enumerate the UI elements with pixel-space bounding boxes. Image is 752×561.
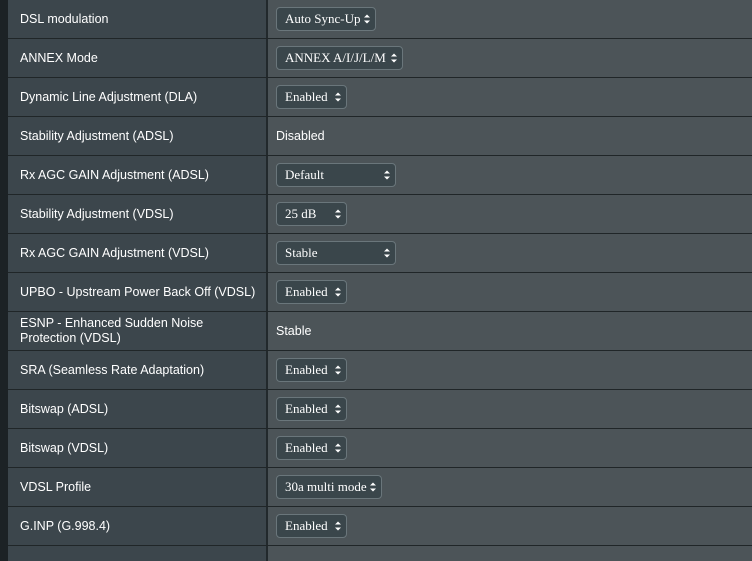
setting-label: Stability Adjustment (VDSL): [8, 195, 266, 233]
setting-row-bitswap-vdsl: Bitswap (VDSL) Enabled: [8, 429, 752, 468]
setting-value-cell: Disabled: [268, 117, 752, 155]
select-value: Enabled: [285, 518, 328, 533]
ginp-select[interactable]: Enabled: [276, 514, 347, 538]
setting-label: VDSL Profile: [8, 468, 266, 506]
vdsl-profile-select[interactable]: 30a multi mode: [276, 475, 382, 499]
select-value: 25 dB: [285, 206, 317, 221]
select-value: Enabled: [285, 401, 328, 416]
select-arrows-icon: [384, 170, 390, 180]
bitswap-vdsl-select[interactable]: Enabled: [276, 436, 347, 460]
setting-label: DSL modulation: [8, 0, 266, 38]
setting-value-cell: Enabled: [268, 429, 752, 467]
esnp-value: Stable: [276, 324, 312, 338]
select-value: Auto Sync-Up: [285, 11, 361, 26]
setting-value-cell: Stable: [268, 234, 752, 272]
dsl-modulation-select[interactable]: Auto Sync-Up: [276, 7, 376, 31]
setting-row-vdsl-profile: VDSL Profile 30a multi mode: [8, 468, 752, 507]
select-value: ANNEX A/I/J/L/M: [285, 50, 386, 65]
select-value: 30a multi mode: [285, 479, 367, 494]
setting-row-sra: SRA (Seamless Rate Adaptation) Enabled: [8, 351, 752, 390]
dla-select[interactable]: Enabled: [276, 85, 347, 109]
setting-label: ESNP - Enhanced Sudden Noise Protection …: [8, 312, 266, 350]
setting-row-stability-adsl: Stability Adjustment (ADSL) Disabled: [8, 117, 752, 156]
select-arrows-icon: [364, 14, 370, 24]
setting-label: G.INP (G.998.4): [8, 507, 266, 545]
select-arrows-icon: [335, 443, 341, 453]
select-value: Enabled: [285, 89, 328, 104]
select-arrows-icon: [384, 248, 390, 258]
setting-value-cell: 30a multi mode: [268, 468, 752, 506]
stability-vdsl-select[interactable]: 25 dB: [276, 202, 347, 226]
setting-row-dla: Dynamic Line Adjustment (DLA) Enabled: [8, 78, 752, 117]
setting-row-ginp: G.INP (G.998.4) Enabled: [8, 507, 752, 546]
setting-label: [8, 546, 266, 561]
setting-row-rx-agc-vdsl: Rx AGC GAIN Adjustment (VDSL) Stable: [8, 234, 752, 273]
dsl-settings-table: DSL modulation Auto Sync-Up ANNEX Mode A…: [8, 0, 752, 561]
setting-label: Bitswap (ADSL): [8, 390, 266, 428]
setting-value-cell: 25 dB: [268, 195, 752, 233]
rx-agc-vdsl-select[interactable]: Stable: [276, 241, 396, 265]
select-arrows-icon: [335, 365, 341, 375]
setting-value-cell: Stable: [268, 312, 752, 350]
setting-row-rx-agc-adsl: Rx AGC GAIN Adjustment (ADSL) Default: [8, 156, 752, 195]
setting-value-cell: Auto Sync-Up: [268, 0, 752, 38]
select-value: Default: [285, 167, 324, 182]
setting-row-bitswap-adsl: Bitswap (ADSL) Enabled: [8, 390, 752, 429]
select-arrows-icon: [391, 53, 397, 63]
setting-row-annex-mode: ANNEX Mode ANNEX A/I/J/L/M: [8, 39, 752, 78]
setting-value-cell: Enabled: [268, 390, 752, 428]
bitswap-adsl-select[interactable]: Enabled: [276, 397, 347, 421]
select-arrows-icon: [370, 482, 376, 492]
setting-value-cell: Enabled: [268, 351, 752, 389]
setting-label: UPBO - Upstream Power Back Off (VDSL): [8, 273, 266, 311]
select-value: Stable: [285, 245, 318, 260]
setting-label: Rx AGC GAIN Adjustment (ADSL): [8, 156, 266, 194]
setting-row-esnp: ESNP - Enhanced Sudden Noise Protection …: [8, 312, 752, 351]
rx-agc-adsl-select[interactable]: Default: [276, 163, 396, 187]
setting-label: ANNEX Mode: [8, 39, 266, 77]
setting-value-cell: Enabled: [268, 273, 752, 311]
setting-row-upbo: UPBO - Upstream Power Back Off (VDSL) En…: [8, 273, 752, 312]
setting-label: Rx AGC GAIN Adjustment (VDSL): [8, 234, 266, 272]
setting-value-cell: ANNEX A/I/J/L/M: [268, 39, 752, 77]
select-arrows-icon: [335, 287, 341, 297]
select-value: Enabled: [285, 440, 328, 455]
stability-adsl-value: Disabled: [276, 129, 325, 143]
setting-label: Bitswap (VDSL): [8, 429, 266, 467]
select-value: Enabled: [285, 362, 328, 377]
select-arrows-icon: [335, 92, 341, 102]
annex-mode-select[interactable]: ANNEX A/I/J/L/M: [276, 46, 403, 70]
setting-value-cell: [268, 546, 752, 561]
setting-value-cell: Default: [268, 156, 752, 194]
setting-value-cell: Enabled: [268, 507, 752, 545]
setting-label: SRA (Seamless Rate Adaptation): [8, 351, 266, 389]
setting-row-partial: [8, 546, 752, 561]
dsl-settings-page: DSL modulation Auto Sync-Up ANNEX Mode A…: [0, 0, 752, 561]
select-value: Enabled: [285, 284, 328, 299]
setting-value-cell: Enabled: [268, 78, 752, 116]
setting-label: Dynamic Line Adjustment (DLA): [8, 78, 266, 116]
select-arrows-icon: [335, 209, 341, 219]
setting-label: Stability Adjustment (ADSL): [8, 117, 266, 155]
select-arrows-icon: [335, 521, 341, 531]
select-arrows-icon: [335, 404, 341, 414]
setting-row-stability-vdsl: Stability Adjustment (VDSL) 25 dB: [8, 195, 752, 234]
sra-select[interactable]: Enabled: [276, 358, 347, 382]
setting-row-dsl-modulation: DSL modulation Auto Sync-Up: [8, 0, 752, 39]
upbo-select[interactable]: Enabled: [276, 280, 347, 304]
